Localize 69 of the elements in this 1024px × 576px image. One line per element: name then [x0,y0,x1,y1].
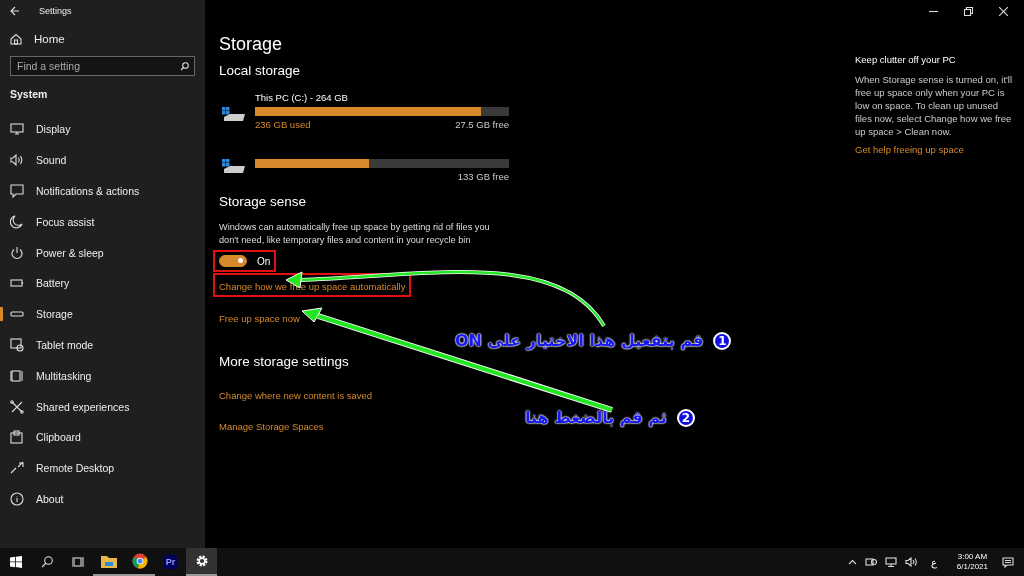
info-icon [10,491,24,506]
sidebar-item[interactable]: Power & sleep [0,237,205,268]
task-view-icon [71,556,84,568]
shared-icon [10,399,24,414]
description-text: Windows can automatically free up space by getting rid of files you don't need, like temporary files and content in your recycle bin [219,221,491,246]
search-icon [40,556,53,568]
panel-text: When Storage sense is turned on, it'll free up space only when your PC is low on space. To clean up unused files now, select Change how we free up space > Clean now. [855,73,1014,138]
maximize-icon[interactable] [964,6,973,16]
sidebar-item[interactable]: Battery [0,268,205,299]
help-link[interactable]: Get help freeing up space [855,144,964,155]
taskbar-app[interactable]: Pr [155,548,186,576]
home-link[interactable]: Home [0,24,205,54]
input-indicator[interactable]: ع [930,556,937,568]
page-title: Storage [219,34,284,55]
sidebar-item[interactable]: Notifications & actions [0,175,205,207]
gear-icon [194,554,209,568]
toggle-label: On [257,255,271,267]
message-icon [10,184,24,198]
drive-icon [221,106,247,124]
remote-icon [10,461,24,476]
device-icon[interactable] [864,557,877,567]
sidebar-item[interactable]: Clipboard [0,421,205,453]
clock[interactable]: 3:00 AM 6/1/2021 [956,552,988,572]
sidebar-item[interactable]: Storage [0,298,205,330]
volume-icon[interactable] [904,557,917,567]
free-space: 27.5 GB free [455,119,509,130]
home-icon [10,33,22,45]
monitor-icon [10,122,24,137]
search-field[interactable]: Find a setting [10,56,195,76]
sidebar-item[interactable]: Focus assist [0,206,205,238]
annotation-text: قم بتفعيل هذا الاختيار على ON [455,331,704,350]
network-icon[interactable] [884,557,897,567]
folder-icon [100,554,117,568]
section-heading: Local storage [219,63,302,78]
chevron-up-icon[interactable] [847,559,857,565]
tablet-icon [10,337,24,352]
power-icon [10,245,24,260]
browser-icon [131,553,148,569]
used-space: 236 GB used [255,119,311,130]
sidebar-item[interactable]: Sound [0,144,205,176]
taskbar-app[interactable] [186,548,217,576]
back-arrow-icon[interactable] [10,6,20,16]
clipboard-icon [10,430,24,445]
link[interactable]: Free up space now [219,313,300,324]
sidebar-item[interactable]: About [0,483,205,515]
free-space: 133 GB free [457,171,509,182]
search-icon [180,61,189,71]
link[interactable]: Manage Storage Spaces [219,421,324,432]
section-heading: Storage sense [219,194,308,209]
sidebar-item[interactable]: Remote Desktop [0,452,205,484]
panel-heading: Keep clutter off your PC [855,54,957,65]
sidebar-item[interactable]: Tablet mode [0,329,205,361]
drive-name: This PC (C:) - 264 GB [255,92,349,103]
section-heading: System [9,87,49,102]
sidebar-item[interactable]: Display [0,114,205,145]
sidebar-item[interactable]: Shared experiences [0,391,205,422]
window-title: Settings [39,6,72,16]
drive-icon [221,158,247,176]
link[interactable]: Change where new content is saved [219,390,373,401]
notifications-icon[interactable] [1002,556,1014,568]
toggle-switch[interactable] [219,255,247,267]
multitask-icon [10,368,24,383]
windows-logo-icon [9,556,22,568]
close-icon[interactable] [999,6,1008,16]
section-heading: More storage settings [219,354,350,369]
sidebar-item[interactable]: Multitasking [0,360,205,392]
annotation-text: ثم قم بالضغط هنا [525,408,667,427]
moon-icon [10,214,24,229]
speaker-icon [10,153,24,168]
